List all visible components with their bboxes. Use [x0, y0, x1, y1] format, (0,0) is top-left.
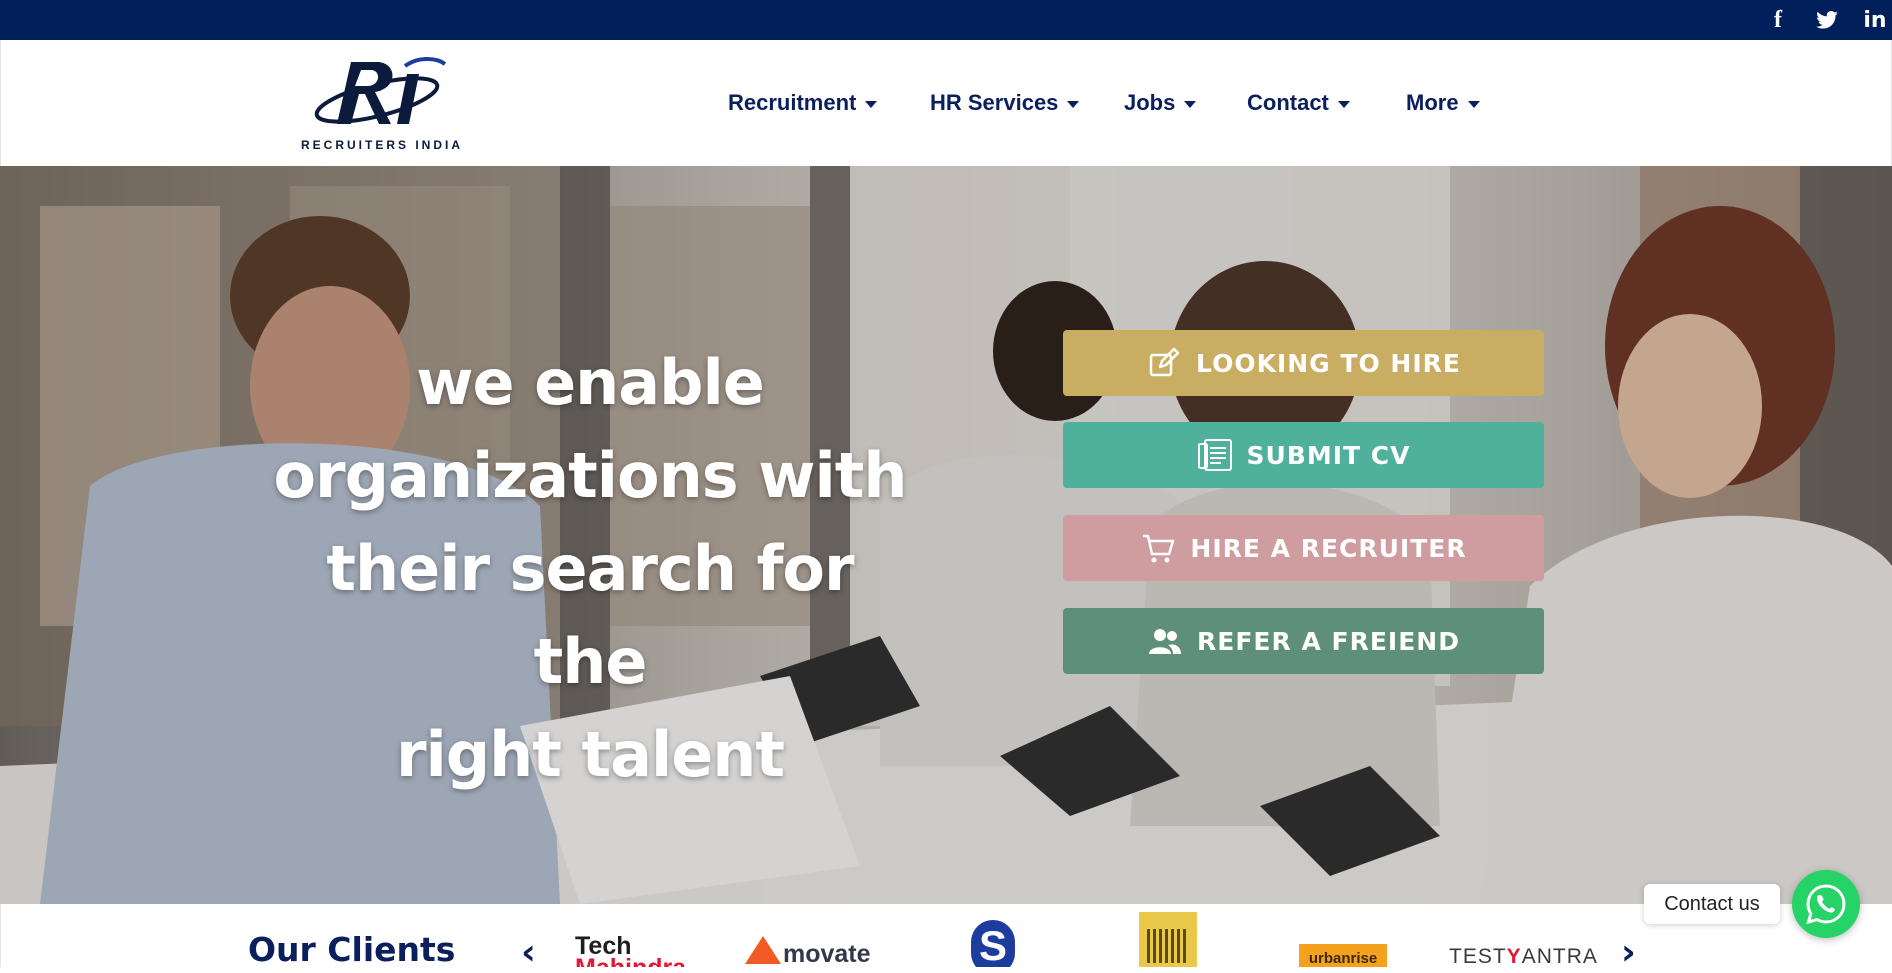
client-logo-movate: movate [745, 912, 885, 967]
client-logo-urbanrise: urbanrise [1299, 912, 1387, 967]
nav-more[interactable]: More [1406, 40, 1480, 166]
hire-a-recruiter-label: HIRE A RECRUITER [1190, 533, 1467, 563]
twitter-icon[interactable] [1812, 0, 1842, 40]
hire-a-recruiter-button[interactable]: HIRE A RECRUITER [1063, 515, 1544, 581]
submit-cv-button[interactable]: SUBMIT CV [1063, 422, 1544, 488]
looking-to-hire-button[interactable]: LOOKING TO HIRE [1063, 330, 1544, 396]
logo-text: RECRUITERS INDIA [301, 138, 464, 152]
refer-a-friend-button[interactable]: REFER A FREIEND [1063, 608, 1544, 674]
social-topbar: f in [0, 0, 1892, 40]
testyantra-text: TESTYANTRA [1449, 945, 1598, 967]
logo-mark [314, 57, 447, 124]
hero-banner: we enable organizations with their searc… [0, 166, 1892, 904]
nav-hr-services-label: HR Services [930, 90, 1059, 115]
site-logo[interactable]: RECRUITERS INDIA [297, 52, 461, 156]
carousel-next-icon[interactable]: › [1621, 935, 1641, 971]
caret-down-icon [1067, 101, 1080, 108]
looking-to-hire-label: LOOKING TO HIRE [1196, 348, 1461, 378]
client-logo-s: S [967, 912, 1015, 967]
movate-text: movate [783, 940, 871, 967]
nav-contact[interactable]: Contact [1247, 40, 1350, 166]
clients-section: Our Clients ‹ Tech Mahindra movate S urb… [0, 904, 1892, 971]
nav-contact-label: Contact [1247, 90, 1329, 115]
tech-mahindra-line2: Mahindra [575, 954, 686, 967]
client-logo-testyantra: TESTYANTRA [1449, 912, 1609, 967]
caret-down-icon [1467, 101, 1480, 108]
movate-mark [745, 936, 781, 964]
refer-a-friend-label: REFER A FREIEND [1197, 626, 1460, 656]
caret-down-icon [1337, 101, 1350, 108]
carousel-prev-icon[interactable]: ‹ [521, 935, 541, 971]
nav-hr-services[interactable]: HR Services [930, 40, 1080, 166]
clients-title: Our Clients [248, 930, 456, 969]
edit-icon [1146, 345, 1182, 381]
headline-line: we enable [416, 346, 765, 419]
users-icon [1147, 623, 1183, 659]
urbanrise-text: urbanrise [1299, 944, 1387, 967]
s-logo-text: S [971, 920, 1015, 967]
document-icon [1197, 437, 1233, 473]
headline-line: right talent [395, 718, 785, 791]
skyline-bars [1147, 929, 1189, 963]
contact-us-label[interactable]: Contact us [1644, 884, 1780, 924]
caret-down-icon [865, 101, 878, 108]
headline-line: their search for the [326, 532, 854, 698]
facebook-icon[interactable]: f [1766, 0, 1790, 40]
site-header: RECRUITERS INDIA Recruitment HR Services… [0, 40, 1892, 166]
linkedin-icon[interactable]: in [1862, 0, 1888, 40]
cart-icon [1140, 530, 1176, 566]
nav-more-label: More [1406, 90, 1459, 115]
hero-headline: we enable organizations with their searc… [270, 336, 910, 801]
nav-jobs-label: Jobs [1124, 90, 1176, 115]
client-logo-tech-mahindra: Tech Mahindra [575, 912, 723, 967]
nav-recruitment[interactable]: Recruitment [728, 40, 878, 166]
nav-recruitment-label: Recruitment [728, 90, 857, 115]
nav-jobs[interactable]: Jobs [1124, 40, 1197, 166]
submit-cv-label: SUBMIT CV [1246, 440, 1411, 470]
client-logo-skyline [1139, 912, 1197, 967]
caret-down-icon [1184, 101, 1197, 108]
headline-line: organizations with [273, 439, 907, 512]
whatsapp-icon[interactable] [1792, 870, 1860, 938]
